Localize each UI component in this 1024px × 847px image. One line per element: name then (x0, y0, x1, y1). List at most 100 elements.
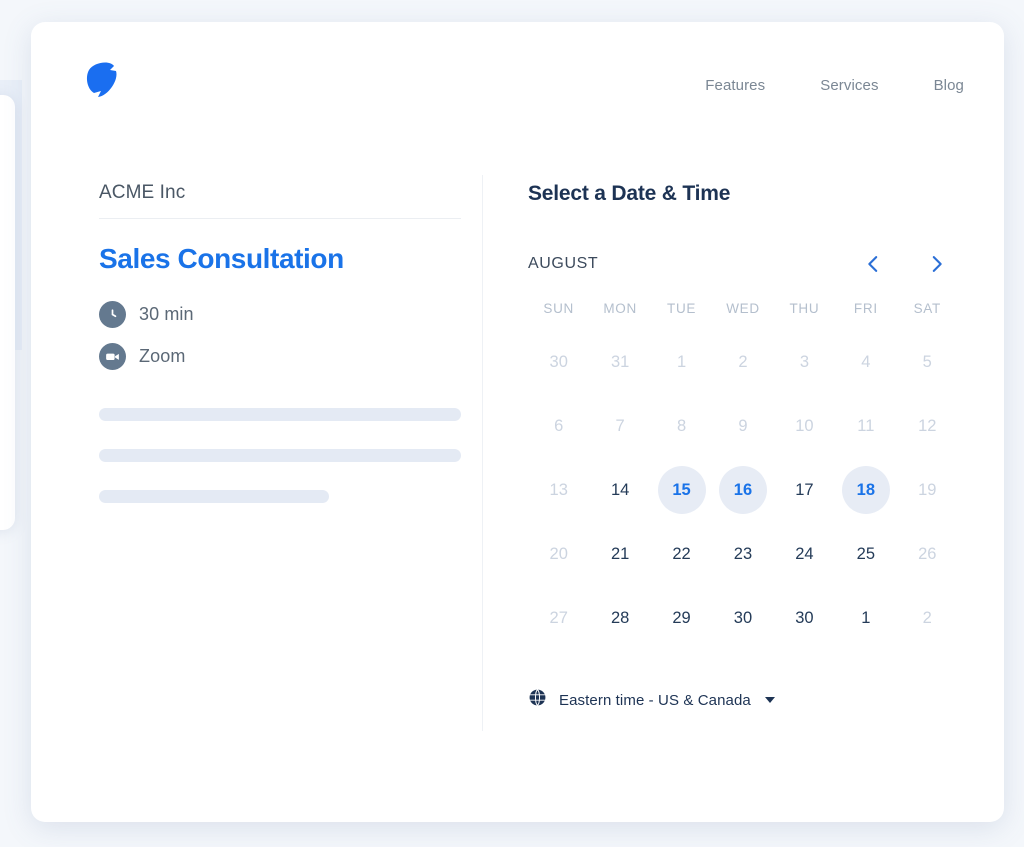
calendar-cell: 1 (835, 586, 896, 650)
calendar-cell: 2 (712, 330, 773, 394)
nav-link-services[interactable]: Services (820, 77, 878, 94)
calendar-cell: 8 (651, 394, 712, 458)
weekday-label: THU (789, 301, 820, 316)
calendar-cell: 30 (774, 586, 835, 650)
calendar-day-31: 31 (596, 338, 644, 386)
organization-name: ACME Inc (99, 182, 186, 203)
calendar-cell: 7 (589, 394, 650, 458)
calendar-cell: 30 (712, 586, 773, 650)
calendar-day-19: 19 (903, 466, 951, 514)
calendar-day-26: 26 (903, 530, 951, 578)
event-location-row: Zoom (99, 343, 474, 370)
calendar-day-10: 10 (780, 402, 828, 450)
calendar-cell: 17 (774, 458, 835, 522)
calendar-day-4: 4 (842, 338, 890, 386)
booking-body: ACME Inc Sales Consultation 30 min Zoom … (31, 142, 1004, 822)
main-nav: Features Services Blog (705, 77, 964, 94)
event-title: Sales Consultation (99, 243, 344, 274)
placeholder-line (99, 408, 461, 421)
chevron-left-icon[interactable] (862, 253, 884, 275)
calendar-day-24[interactable]: 24 (780, 530, 828, 578)
weekday-header-row: SUN MON TUE WED THU FRI SAT (528, 301, 958, 316)
calendar-cell: 2 (897, 586, 958, 650)
weekday-label: MON (603, 301, 637, 316)
placeholder-line (99, 449, 461, 462)
calendar-cell: 28 (589, 586, 650, 650)
description-placeholder-block (99, 408, 474, 503)
calendar-cell: 16 (712, 458, 773, 522)
calendar-day-5: 5 (903, 338, 951, 386)
calendar-cell: 15 (651, 458, 712, 522)
calendar-day-30[interactable]: 30 (719, 594, 767, 642)
calendar-day-30: 30 (535, 338, 583, 386)
calendar-cell: 18 (835, 458, 896, 522)
calendar-day-6: 6 (535, 402, 583, 450)
calendar-cell: 22 (651, 522, 712, 586)
event-details-panel: ACME Inc Sales Consultation 30 min Zoom (99, 182, 474, 531)
divider (99, 218, 461, 219)
nav-link-blog[interactable]: Blog (934, 77, 964, 94)
calendar-day-2: 2 (719, 338, 767, 386)
calendar-day-23[interactable]: 23 (719, 530, 767, 578)
calendar-cell: 29 (651, 586, 712, 650)
placeholder-line (99, 490, 329, 503)
weekday-label: FRI (853, 301, 878, 316)
calendar-cell: 5 (897, 330, 958, 394)
weekday-label: WED (726, 301, 760, 316)
calendar-day-29[interactable]: 29 (658, 594, 706, 642)
calendar-day-12: 12 (903, 402, 951, 450)
nav-link-features[interactable]: Features (705, 77, 765, 94)
timezone-label: Eastern time - US & Canada (559, 691, 751, 709)
video-camera-icon (99, 343, 126, 370)
calendar-cell: 4 (835, 330, 896, 394)
calendar-day-17[interactable]: 17 (780, 466, 828, 514)
clock-icon (99, 301, 126, 328)
background-card (0, 95, 15, 530)
calendar-cell: 19 (897, 458, 958, 522)
calendar-day-15[interactable]: 15 (657, 466, 706, 514)
event-duration-row: 30 min (99, 301, 474, 328)
calendar-day-11: 11 (842, 402, 890, 450)
calendar-cell: 11 (835, 394, 896, 458)
calendar-day-18[interactable]: 18 (841, 466, 890, 514)
calendar-cell: 3 (774, 330, 835, 394)
calendar-day-14[interactable]: 14 (596, 466, 644, 514)
calendar-day-27: 27 (535, 594, 583, 642)
vertical-divider (482, 175, 483, 731)
timezone-selector[interactable]: Eastern time - US & Canada (528, 688, 775, 712)
calendar-day-28[interactable]: 28 (596, 594, 644, 642)
calendar-nav (862, 253, 948, 275)
event-location-label: Zoom (139, 346, 186, 366)
calendar-cell: 1 (651, 330, 712, 394)
calendar-day-25[interactable]: 25 (842, 530, 890, 578)
calendar-day-16[interactable]: 16 (718, 466, 767, 514)
leaf-logo-icon[interactable] (80, 58, 122, 102)
calendar-cell: 27 (528, 586, 589, 650)
calendar-day-7: 7 (596, 402, 644, 450)
calendar-cell: 10 (774, 394, 835, 458)
calendar-cell: 9 (712, 394, 773, 458)
chevron-down-icon[interactable] (764, 697, 775, 703)
calendar-header: AUGUST (528, 253, 958, 275)
globe-icon (528, 688, 547, 712)
calendar-day-22[interactable]: 22 (658, 530, 706, 578)
weekday-label: TUE (667, 301, 697, 316)
calendar-day-1[interactable]: 1 (842, 594, 890, 642)
calendar-cell: 24 (774, 522, 835, 586)
calendar-cell: 14 (589, 458, 650, 522)
calendar-day-8: 8 (658, 402, 706, 450)
calendar-cell: 21 (589, 522, 650, 586)
panel-title: Select a Date & Time (528, 182, 731, 205)
calendar-cell: 13 (528, 458, 589, 522)
chevron-right-icon[interactable] (926, 253, 948, 275)
calendar-day-21[interactable]: 21 (596, 530, 644, 578)
calendar-cell: 25 (835, 522, 896, 586)
calendar-day-20: 20 (535, 530, 583, 578)
calendar-cell: 12 (897, 394, 958, 458)
calendar-day-1: 1 (658, 338, 706, 386)
calendar-cell: 6 (528, 394, 589, 458)
event-duration-label: 30 min (139, 304, 194, 324)
calendar-day-30[interactable]: 30 (780, 594, 828, 642)
calendar-day-9: 9 (719, 402, 767, 450)
calendar-cell: 31 (589, 330, 650, 394)
